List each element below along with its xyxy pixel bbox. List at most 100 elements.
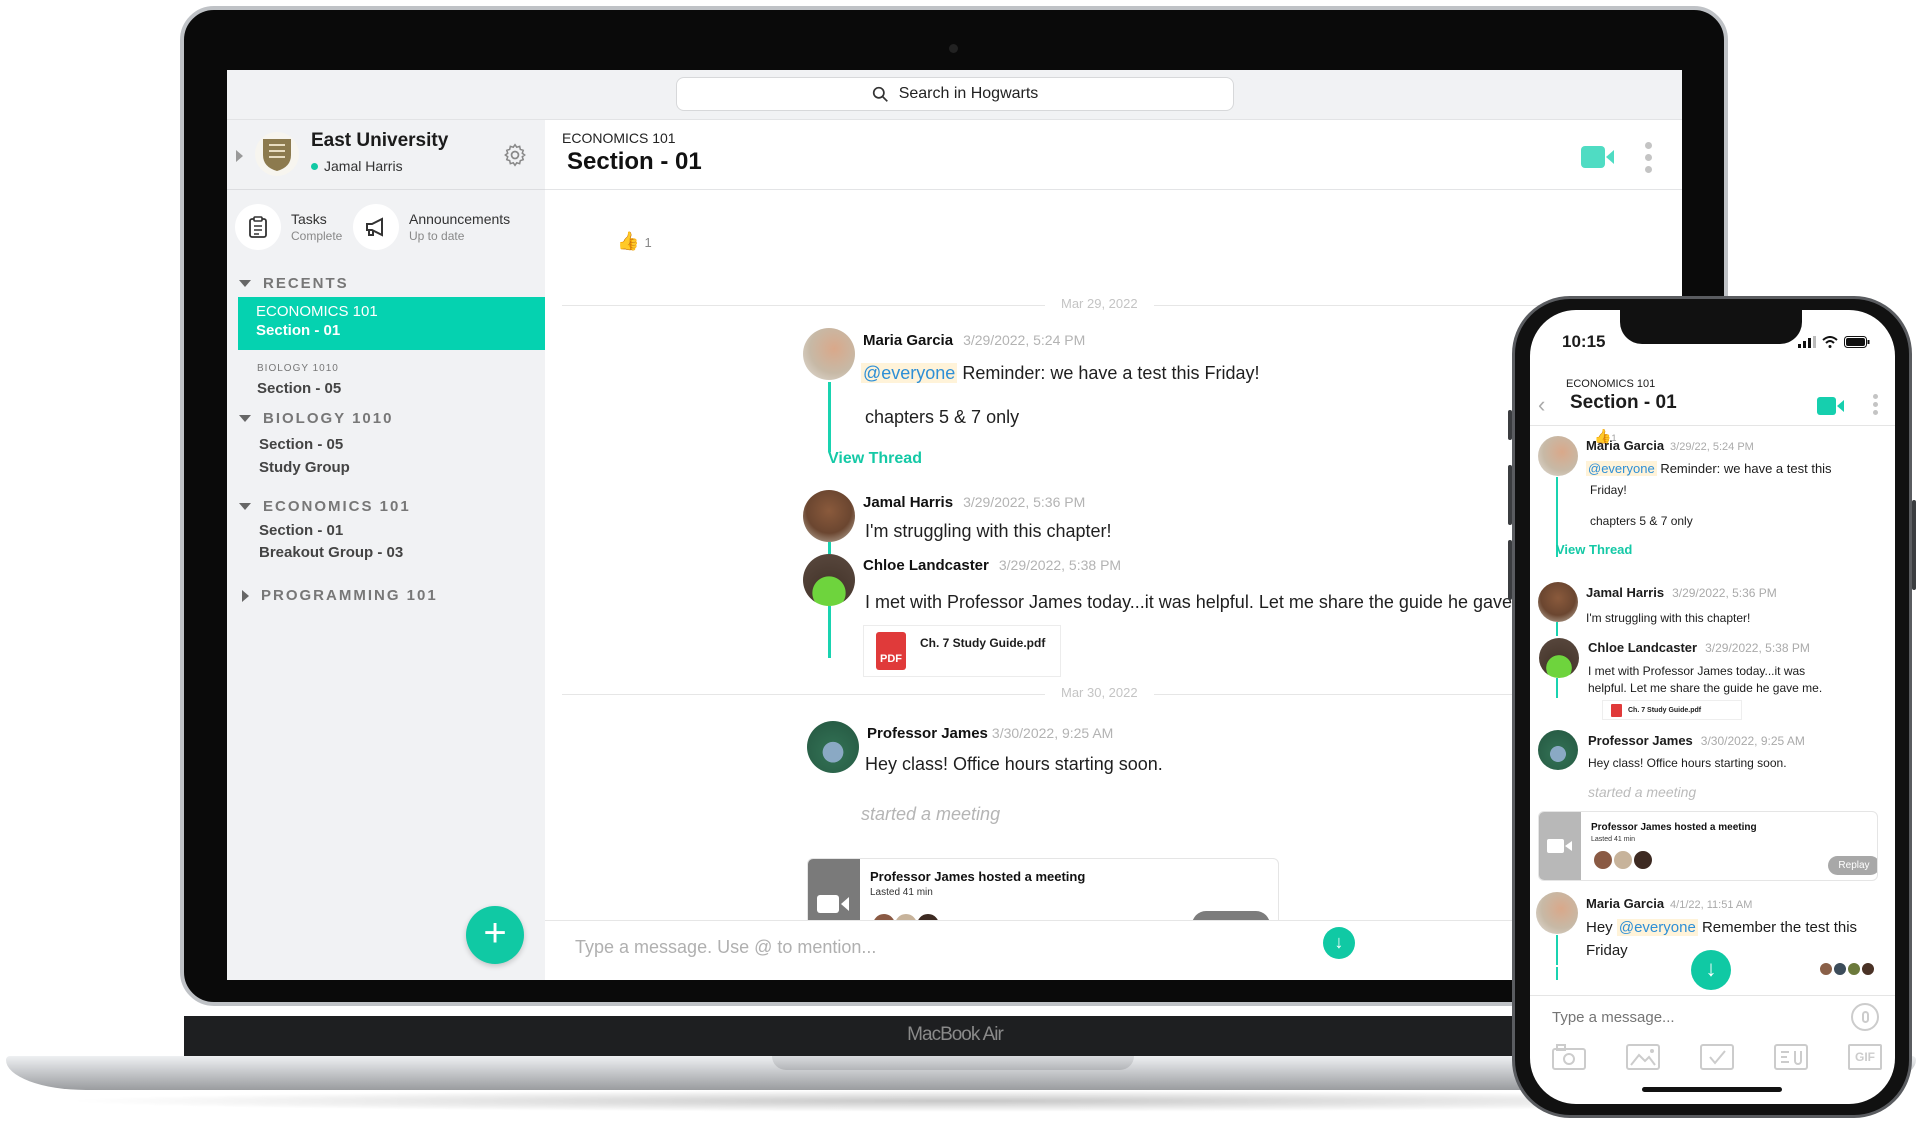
gear-icon[interactable] bbox=[502, 142, 528, 168]
group-label: PROGRAMMING 101 bbox=[261, 587, 438, 604]
channel-economics-breakout-group-03[interactable]: Breakout Group - 03 bbox=[259, 544, 403, 561]
scroll-to-bottom-button[interactable]: ↓ bbox=[1323, 927, 1355, 959]
sender-name[interactable]: Chloe Landcaster bbox=[863, 557, 989, 574]
mention-everyone[interactable]: @everyone bbox=[861, 363, 958, 383]
meeting-card[interactable]: Professor James hosted a meeting Lasted … bbox=[1538, 811, 1878, 881]
recents-header[interactable]: RECENTS bbox=[239, 275, 349, 292]
thread-line bbox=[1556, 622, 1558, 636]
tasks-status: Complete bbox=[291, 229, 343, 243]
video-call-icon[interactable] bbox=[1817, 397, 1845, 415]
search-bar[interactable]: Search in Hogwarts bbox=[676, 77, 1234, 111]
message-header: Jamal Harris 3/29/2022, 5:36 PM bbox=[1586, 585, 1777, 600]
file-name: Ch. 7 Study Guide.pdf bbox=[920, 636, 1046, 650]
sender-name[interactable]: Jamal Harris bbox=[863, 494, 953, 511]
microphone-icon[interactable] bbox=[1851, 1003, 1879, 1031]
group-programming-101[interactable]: PROGRAMMING 101 bbox=[239, 587, 438, 604]
participant-avatars bbox=[1593, 850, 1653, 875]
online-status-dot bbox=[311, 162, 318, 170]
attachment-icon[interactable] bbox=[1774, 1044, 1808, 1070]
avatar-jamal-harris[interactable] bbox=[1538, 582, 1578, 622]
phone-notch bbox=[1620, 306, 1802, 344]
laptop-notch bbox=[772, 1056, 1134, 1070]
meeting-duration: Lasted 41 min bbox=[870, 887, 933, 898]
back-chevron-icon[interactable]: ‹ bbox=[1538, 392, 1545, 418]
group-label: ECONOMICS 101 bbox=[263, 498, 411, 515]
sender-name[interactable]: Maria Garcia bbox=[1586, 438, 1664, 453]
meeting-title: Professor James hosted a meeting bbox=[870, 869, 1086, 884]
sender-name[interactable]: Professor James bbox=[867, 725, 988, 742]
phone-channel-course: ECONOMICS 101 bbox=[1566, 378, 1656, 390]
timestamp: 3/30/2022, 9:25 AM bbox=[991, 725, 1114, 741]
checkbox-icon[interactable] bbox=[1700, 1044, 1734, 1070]
camera-icon[interactable] bbox=[1552, 1044, 1586, 1070]
collapse-caret-icon bbox=[239, 415, 251, 422]
status-clock: 10:15 bbox=[1562, 332, 1606, 351]
channel-title: Section - 01 bbox=[567, 148, 702, 175]
mention-everyone[interactable]: @everyone bbox=[1616, 919, 1698, 936]
new-channel-button[interactable]: + bbox=[466, 906, 524, 964]
more-options-icon[interactable] bbox=[1873, 394, 1878, 415]
sender-name[interactable]: Maria Garcia bbox=[863, 332, 953, 349]
group-label: BIOLOGY 1010 bbox=[263, 410, 394, 427]
expand-caret-icon[interactable] bbox=[236, 150, 243, 162]
avatar-professor-james[interactable] bbox=[807, 721, 859, 773]
group-biology-1010[interactable]: BIOLOGY 1010 bbox=[239, 410, 393, 427]
expand-caret-icon bbox=[242, 589, 249, 602]
thread-line bbox=[828, 382, 831, 452]
message-text: chapters 5 & 7 only bbox=[865, 407, 1020, 427]
gif-icon[interactable]: GIF bbox=[1848, 1044, 1882, 1070]
thread-line bbox=[828, 606, 831, 658]
group-economics-101[interactable]: ECONOMICS 101 bbox=[239, 498, 411, 515]
mention-everyone[interactable]: @everyone bbox=[1586, 461, 1657, 476]
channel-economics-section-01[interactable]: Section - 01 bbox=[259, 522, 343, 539]
video-camera-icon bbox=[817, 895, 849, 913]
workspace-header[interactable]: East University Jamal Harris bbox=[227, 120, 545, 190]
avatar-maria-garcia[interactable] bbox=[1538, 436, 1578, 476]
sender-name[interactable]: Maria Garcia bbox=[1586, 896, 1664, 911]
date-label: Mar 29, 2022 bbox=[1045, 296, 1154, 311]
avatar-professor-james[interactable] bbox=[1538, 730, 1578, 770]
avatar-jamal-harris[interactable] bbox=[803, 490, 855, 542]
thread-line bbox=[828, 542, 831, 554]
avatar-chloe-landcaster[interactable] bbox=[1539, 638, 1579, 678]
search-placeholder: Search in Hogwarts bbox=[898, 85, 1039, 102]
sidebar: East University Jamal Harris Tasks Comple… bbox=[227, 120, 545, 980]
channel-course: ECONOMICS 101 bbox=[562, 130, 676, 146]
scroll-to-bottom-button[interactable]: ↓ bbox=[1691, 950, 1731, 990]
view-thread-link[interactable]: View Thread bbox=[1556, 542, 1632, 557]
message-header: Maria Garcia 3/29/22, 5:24 PM bbox=[1586, 438, 1754, 453]
message-text: I'm struggling with this chapter! bbox=[865, 521, 1112, 541]
recent-channel-biology-section-05[interactable]: Section - 05 bbox=[257, 380, 341, 397]
file-attachment[interactable]: PDF Ch. 7 Study Guide.pdf bbox=[863, 625, 1061, 677]
image-icon[interactable] bbox=[1626, 1044, 1660, 1070]
file-attachment[interactable]: Ch. 7 Study Guide.pdf bbox=[1602, 700, 1742, 720]
announcements-title: Announcements bbox=[409, 211, 511, 227]
recent-course: ECONOMICS 101 bbox=[256, 303, 378, 320]
sender-name[interactable]: Professor James bbox=[1588, 733, 1693, 748]
message-body: Reminder: we have a test this bbox=[1660, 461, 1832, 476]
phone-message-input[interactable] bbox=[1552, 1009, 1802, 1026]
avatar-maria-garcia[interactable] bbox=[803, 328, 855, 380]
sender-name[interactable]: Jamal Harris bbox=[1586, 585, 1664, 600]
replay-button[interactable]: Replay bbox=[1828, 856, 1877, 875]
sender-name[interactable]: Chloe Landcaster bbox=[1588, 640, 1697, 655]
phone-volume-down bbox=[1508, 540, 1512, 600]
view-thread-link[interactable]: View Thread bbox=[828, 450, 922, 468]
more-options-icon[interactable] bbox=[1645, 142, 1652, 173]
timestamp: 3/29/2022, 5:36 PM bbox=[1672, 586, 1777, 600]
reaction-thumbs-up[interactable]: 👍 1 bbox=[617, 231, 652, 252]
message-text: Friday! bbox=[1590, 483, 1627, 497]
video-call-icon[interactable] bbox=[1581, 146, 1615, 168]
avatar-maria-garcia[interactable] bbox=[1536, 892, 1578, 934]
read-receipt-avatar bbox=[1861, 962, 1875, 976]
video-camera-icon bbox=[1547, 839, 1572, 853]
phone-volume-up bbox=[1508, 465, 1512, 525]
message-header: Maria Garcia 4/1/22, 11:51 AM bbox=[1586, 896, 1752, 911]
timestamp: 3/29/2022, 5:24 PM bbox=[963, 332, 1086, 348]
tasks-shortcut[interactable]: Tasks Complete bbox=[235, 204, 342, 250]
channel-biology-section-05[interactable]: Section - 05 bbox=[259, 436, 343, 453]
announcements-shortcut[interactable]: Announcements Up to date bbox=[353, 204, 510, 250]
channel-biology-study-group[interactable]: Study Group bbox=[259, 459, 350, 476]
avatar-chloe-landcaster[interactable] bbox=[803, 554, 855, 606]
recent-channel-economics-section-01[interactable]: ECONOMICS 101 Section - 01 bbox=[238, 297, 545, 350]
